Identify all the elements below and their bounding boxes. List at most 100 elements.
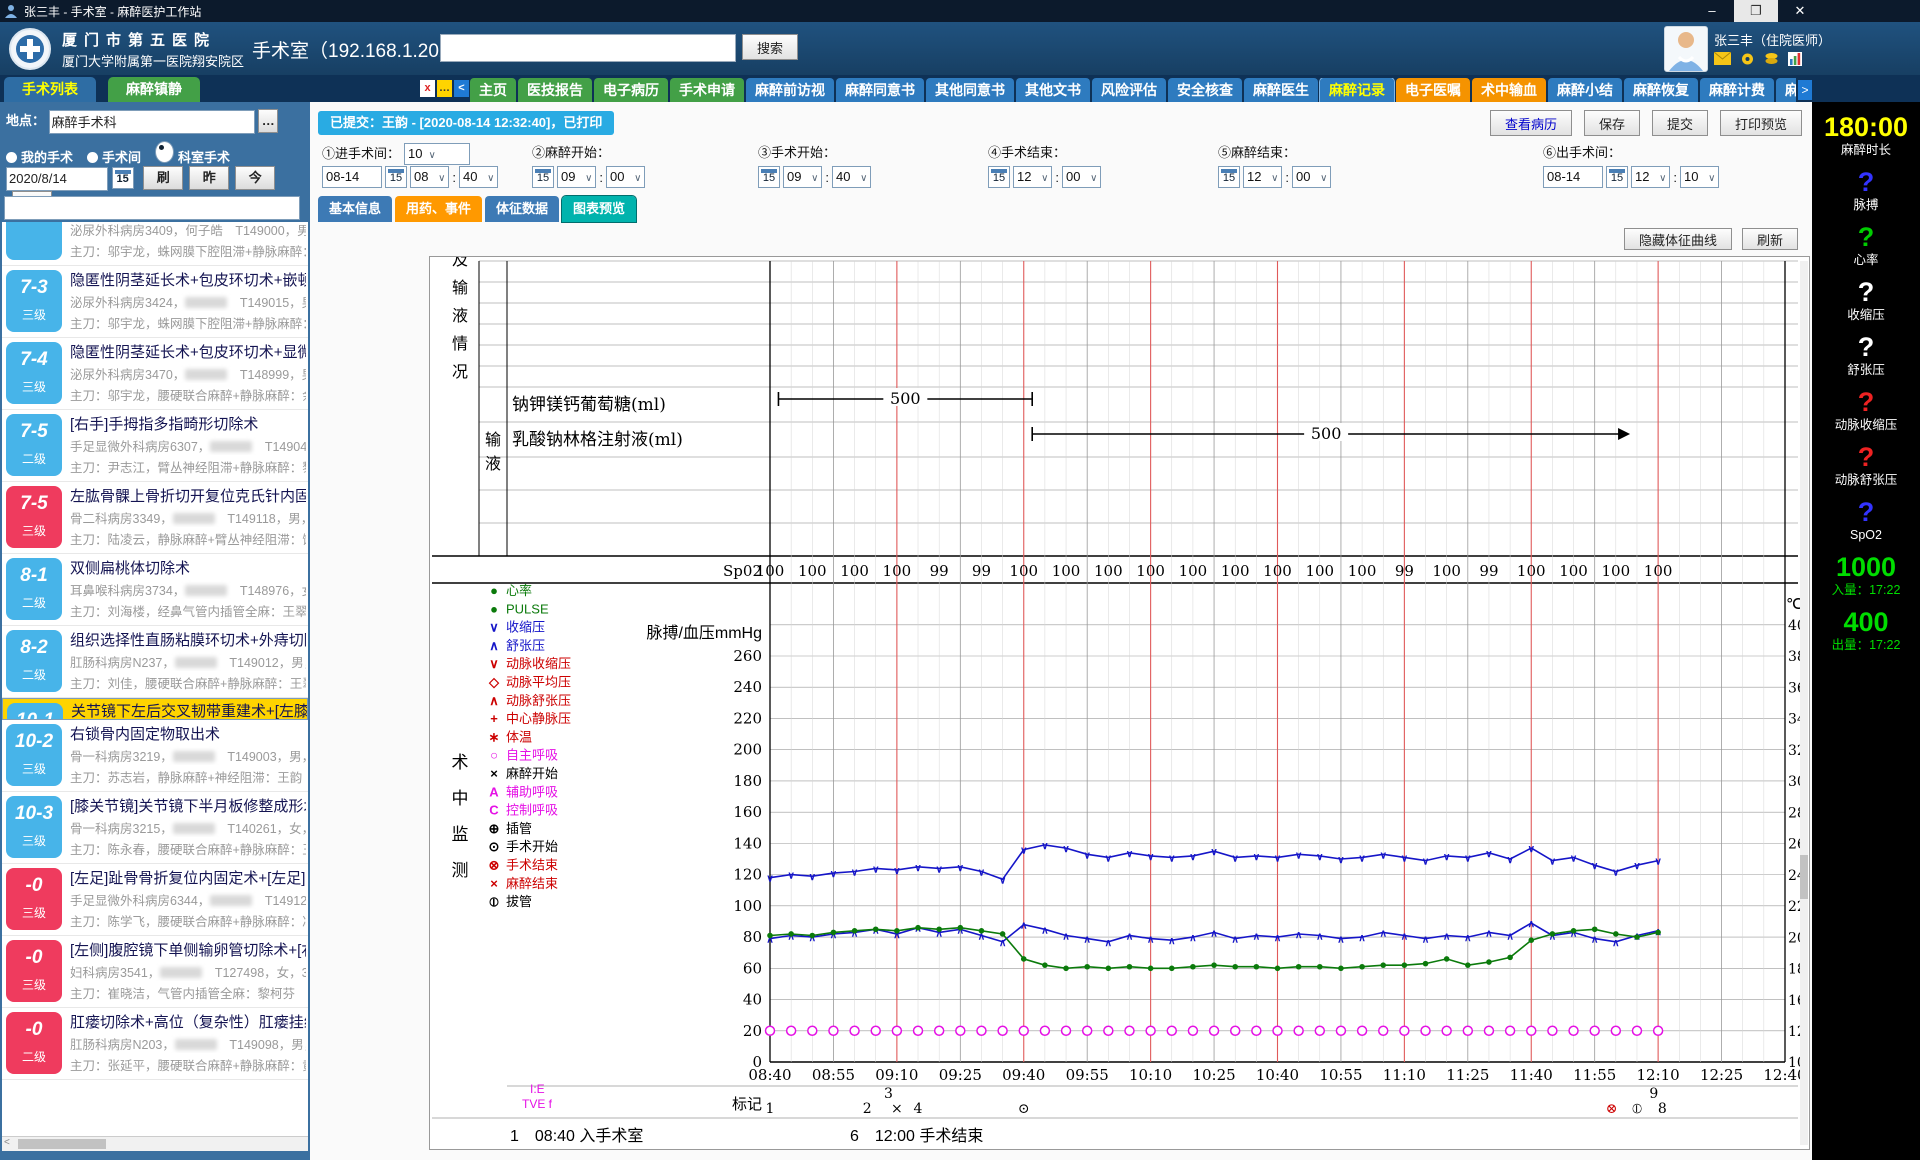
- minute-select[interactable]: 10 ∨: [1680, 166, 1719, 188]
- search-input[interactable]: [440, 34, 736, 62]
- tabs-forward-button[interactable]: >: [1798, 80, 1812, 100]
- date-button-今[interactable]: 今: [235, 166, 275, 190]
- more-tabs-button[interactable]: …: [437, 80, 452, 97]
- vital-value: ?: [1850, 497, 1882, 527]
- tabs-back-button[interactable]: <: [454, 80, 469, 97]
- hour-select[interactable]: 12 ∨: [1243, 166, 1282, 188]
- toolbar-button-提交[interactable]: 提交: [1652, 110, 1708, 136]
- list-item[interactable]: 10-2三级右锁骨内固定物取出术骨一科病房3219， T149003，男，38岁…: [2, 720, 308, 792]
- list-item[interactable]: 10-3三级[膝关节镜]关节镜下半月板修整成形术+关骨一科病房3215， T14…: [2, 792, 308, 864]
- app-header: 厦门市第五医院 厦门大学附属第一医院翔安院区 手术室（192.168.1.202…: [0, 22, 1920, 75]
- chart-button-刷新[interactable]: 刷新: [1742, 228, 1798, 250]
- list-item[interactable]: -0三级[左足]趾骨骨折复位内固定术+[左足]清创手足显微外科病房6344， T…: [2, 864, 308, 936]
- tab-术中输血[interactable]: 术中输血: [1472, 78, 1546, 102]
- list-item[interactable]: -0二级肛瘘切除术+高位（复杂性）肛瘘挂线术肛肠科病房N203， T149098…: [2, 1008, 308, 1080]
- tab-其他同意书[interactable]: 其他同意书: [926, 78, 1014, 102]
- chart-icon[interactable]: [1788, 52, 1802, 66]
- date-input[interactable]: [6, 167, 108, 191]
- scrollbar-thumb[interactable]: [18, 1139, 106, 1149]
- mail-icon[interactable]: [1714, 52, 1731, 65]
- location-more-button[interactable]: …: [258, 109, 278, 133]
- calendar-icon[interactable]: 15: [532, 166, 554, 188]
- tab-麻醉小结[interactable]: 麻醉小结: [1548, 78, 1622, 102]
- calendar-icon[interactable]: 15: [112, 167, 134, 189]
- subtab-用药、事件[interactable]: 用药、事件: [395, 196, 482, 222]
- radio-科室手术[interactable]: 科室手术: [155, 150, 230, 165]
- tab-医技报告[interactable]: 医技报告: [518, 78, 592, 102]
- calendar-icon[interactable]: 15: [758, 166, 780, 188]
- tab-麻醉记录[interactable]: 麻醉记录: [1320, 78, 1394, 102]
- hour-select[interactable]: 12 ∨: [1631, 166, 1670, 188]
- chart-button-隐藏体征曲线[interactable]: 隐藏体征曲线: [1624, 228, 1732, 250]
- location-input[interactable]: [49, 110, 255, 134]
- date-value[interactable]: 08-14: [322, 166, 382, 188]
- search-button[interactable]: 搜索: [742, 34, 798, 60]
- tab-surgery-list[interactable]: 手术列表: [4, 77, 96, 102]
- list-item[interactable]: 8-2二级组织选择性直肠粘膜环切术+外痔切除术肛肠科病房N237， T14901…: [2, 626, 308, 698]
- calendar-icon[interactable]: 15: [1606, 166, 1628, 188]
- toolbar-button-打印预览[interactable]: 打印预览: [1720, 110, 1802, 136]
- tab-麻醉医生[interactable]: 麻醉医生: [1244, 78, 1318, 102]
- subtab-基本信息[interactable]: 基本信息: [318, 196, 392, 222]
- calendar-icon[interactable]: 15: [988, 166, 1010, 188]
- hour-select[interactable]: 09 ∨: [783, 166, 822, 188]
- tab-手术申请[interactable]: 手术申请: [670, 78, 744, 102]
- radio-手术间[interactable]: 手术间: [87, 150, 141, 165]
- date-value[interactable]: 08-14: [1543, 166, 1603, 188]
- hour-select[interactable]: 09 ∨: [557, 166, 596, 188]
- tab-麻醉同意书[interactable]: 麻醉同意书: [836, 78, 924, 102]
- filter-combobox[interactable]: [4, 196, 300, 220]
- tab-麻醉计费[interactable]: 麻醉计费: [1700, 78, 1774, 102]
- hour-select[interactable]: 08 ∨: [410, 166, 449, 188]
- minimize-button[interactable]: –: [1690, 0, 1734, 22]
- minute-select[interactable]: 00 ∨: [1292, 166, 1331, 188]
- close-button[interactable]: ✕: [1778, 0, 1822, 22]
- sidebar-hscrollbar[interactable]: <: [2, 1136, 308, 1151]
- toolbar-button-查看病历[interactable]: 查看病历: [1490, 110, 1572, 136]
- minute-select[interactable]: 40 ∨: [832, 166, 871, 188]
- radio-我的手术[interactable]: 我的手术: [6, 150, 73, 165]
- tab-主页[interactable]: 主页: [470, 78, 516, 102]
- close-tab-button[interactable]: x: [420, 80, 435, 97]
- svg-text:∨: ∨: [1147, 852, 1154, 863]
- tab-电子医嘱[interactable]: 电子医嘱: [1396, 78, 1470, 102]
- chart-vscrollbar-thumb[interactable]: [1800, 855, 1808, 899]
- minute-select[interactable]: 00 ∨: [1062, 166, 1101, 188]
- mark-⊗: ⊗: [1606, 1101, 1618, 1117]
- list-item[interactable]: 三级泌尿外科病房3409，何子皓 T149000，男，12岁主刀：邬宇龙，蛛网膜…: [2, 222, 308, 266]
- scroll-left-arrow[interactable]: <: [4, 1137, 10, 1148]
- calendar-icon[interactable]: 15: [385, 166, 407, 188]
- main-panel: 已提交：王韵 - [2020-08-14 12:32:40]，已打印 查看病历保…: [310, 102, 1812, 1160]
- mark-4: 4: [914, 1101, 923, 1117]
- subtab-图表预览[interactable]: 图表预览: [562, 196, 636, 222]
- tab-其他文书[interactable]: 其他文书: [1016, 78, 1090, 102]
- list-item[interactable]: 7-3三级隐匿性阴茎延长术+包皮环切术+嵌顿包茎泌尿外科病房3424， T149…: [2, 266, 308, 338]
- minute-select[interactable]: 00 ∨: [606, 166, 645, 188]
- toolbar-button-保存[interactable]: 保存: [1584, 110, 1640, 136]
- tab-麻醉后访[interactable]: 麻醉后访: [1776, 78, 1796, 102]
- list-item[interactable]: 10-1四级关节镜下左后交叉韧带重建术+[左膝关节骨一科病房3207， T145…: [2, 698, 308, 720]
- list-item[interactable]: 8-1二级双侧扁桃体切除术耳鼻喉科病房3734， T148976，女，26岁主刀…: [2, 554, 308, 626]
- hour-select[interactable]: 12 ∨: [1013, 166, 1052, 188]
- tab-电子病历[interactable]: 电子病历: [594, 78, 668, 102]
- coins-icon[interactable]: [1764, 52, 1779, 66]
- list-item[interactable]: 7-4三级隐匿性阴茎延长术+包皮环切术+显微镜下泌尿外科病房3470， T148…: [2, 338, 308, 410]
- tab-麻醉前访视[interactable]: 麻醉前访视: [746, 78, 834, 102]
- tab-麻醉恢复[interactable]: 麻醉恢复: [1624, 78, 1698, 102]
- calendar-icon[interactable]: 15: [1218, 166, 1240, 188]
- subtab-体征数据[interactable]: 体征数据: [485, 196, 559, 222]
- list-item[interactable]: 7-5二级[右手]手拇指多指畸形切除术手足显微外科病房6307， T149046…: [2, 410, 308, 482]
- date-button-昨[interactable]: 昨: [189, 166, 229, 190]
- vital-stat-心率: ?心率: [1853, 222, 1878, 268]
- list-item[interactable]: -0三级[左侧]腹腔镜下单侧输卵管切除术+[右侧妇科病房3541， T12749…: [2, 936, 308, 1008]
- tab-安全核查[interactable]: 安全核查: [1168, 78, 1242, 102]
- tab-anesthesia-sedation[interactable]: 麻醉镇静: [108, 77, 200, 102]
- chart-vscrollbar[interactable]: [1800, 261, 1808, 1145]
- minute-select[interactable]: 40 ∨: [459, 166, 498, 188]
- list-item[interactable]: 7-5三级左肱骨髁上骨折切开复位克氏针内固定术骨二科病房3349， T14911…: [2, 482, 308, 554]
- gear-icon[interactable]: [1740, 52, 1755, 66]
- date-button-刷[interactable]: 刷: [143, 166, 183, 190]
- tab-风险评估[interactable]: 风险评估: [1092, 78, 1166, 102]
- maximize-button[interactable]: ❐: [1734, 0, 1778, 22]
- room-select[interactable]: 10∨: [404, 143, 470, 165]
